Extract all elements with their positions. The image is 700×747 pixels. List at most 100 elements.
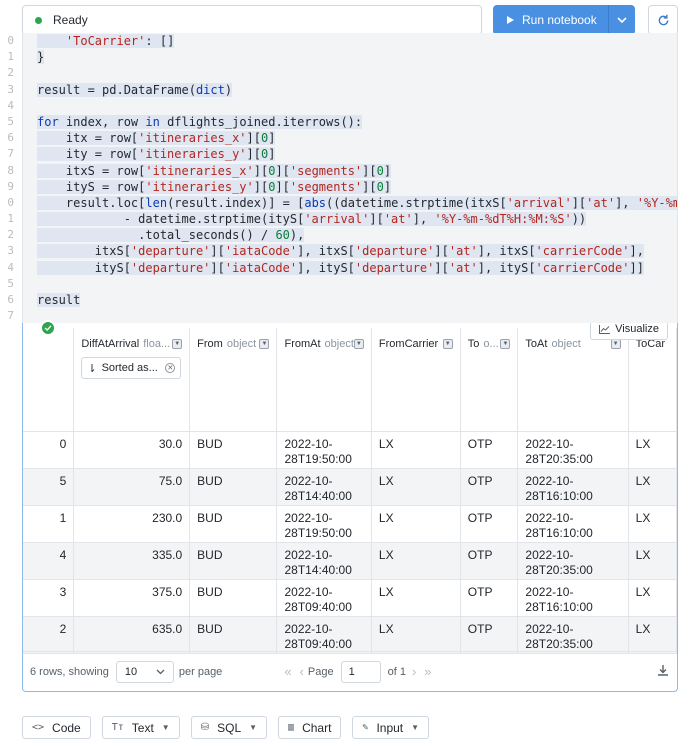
line-number: 5 xyxy=(7,114,14,128)
column-name: To xyxy=(467,338,480,350)
table-row: 4 335.0 BUD 2022-10-28T14:40:00 LX OTP 2022-10… xyxy=(23,542,677,580)
pencil-icon: ✎ xyxy=(362,722,369,733)
line-number: 2 xyxy=(7,228,14,242)
add-chart-button[interactable]: ▥ Chart xyxy=(278,716,342,739)
table-cell: 2022-10-28T09:40:00 xyxy=(276,616,372,654)
table-cell: LX xyxy=(628,468,677,506)
chevron-down-icon: ▼ xyxy=(249,723,258,732)
cell-success-check-icon xyxy=(40,320,56,336)
per-page-value: 10 xyxy=(124,665,138,678)
add-sql-label: SQL xyxy=(217,720,242,735)
run-notebook-main[interactable]: Run notebook xyxy=(493,5,608,35)
table-cell: BUD xyxy=(189,616,278,654)
notebook-topbar: Ready Run notebook xyxy=(22,5,678,35)
last-page-icon[interactable]: » xyxy=(424,664,431,679)
line-number: 9 xyxy=(7,179,14,193)
column-header[interactable]: From object ▼ xyxy=(189,328,278,432)
code-line: for index, row in dflights_joined.iterro… xyxy=(37,114,363,129)
code-line: ity = row['itineraries_y'][0] xyxy=(23,146,677,162)
table-cell: 2022-10-28T14:40:00 xyxy=(276,468,372,506)
column-menu-chevron-icon[interactable]: ▼ xyxy=(259,339,270,349)
add-text-button[interactable]: Tт Text ▼ xyxy=(101,716,180,739)
column-menu-chevron-icon[interactable]: ▼ xyxy=(353,339,364,349)
table-cell: 30.0 xyxy=(73,431,191,469)
refresh-icon xyxy=(658,14,668,25)
next-page-icon[interactable]: › xyxy=(412,664,416,679)
code-line: .total_seconds() / 60), xyxy=(23,227,677,243)
first-page-icon[interactable]: « xyxy=(284,664,291,679)
column-header[interactable]: DiffAtArrival floa... ▼ ⇂ Sorted as... ✕ xyxy=(73,328,191,432)
column-header[interactable]: ToAt object ▼ xyxy=(517,328,629,432)
row-index: 2 xyxy=(23,616,75,654)
page-number-value: 1 xyxy=(348,665,355,678)
table-cell: 2022-10-28T19:50:00 xyxy=(276,505,372,543)
column-type: floa... xyxy=(143,338,171,350)
sort-chip-label: Sorted as... xyxy=(101,362,158,374)
row-index: 3 xyxy=(23,579,75,617)
status-label: Ready xyxy=(53,13,88,27)
code-line: ityS = row['itineraries_y'][0]['segments… xyxy=(23,179,677,195)
table-cell: LX xyxy=(628,579,677,617)
chart-icon: ▥ xyxy=(288,722,295,733)
previous-page-icon[interactable]: ‹ xyxy=(300,664,304,679)
chevron-down-icon: ▼ xyxy=(411,723,420,732)
table-cell: LX xyxy=(628,431,677,469)
add-chart-label: Chart xyxy=(302,720,332,735)
column-menu-chevron-icon[interactable]: ▼ xyxy=(610,339,621,349)
column-header[interactable]: ToCar xyxy=(628,328,677,432)
status-dot-icon xyxy=(35,16,42,24)
text-icon: Tт xyxy=(111,722,124,733)
table-cell: 335.0 xyxy=(73,542,191,580)
table-cell: 2022-10-28T20:35:00 xyxy=(517,542,629,580)
run-options-chevron-down-icon[interactable] xyxy=(609,17,635,23)
column-menu-chevron-icon[interactable]: ▼ xyxy=(442,339,453,349)
column-header[interactable]: To o... ▼ xyxy=(460,328,519,432)
run-notebook-button[interactable]: Run notebook xyxy=(493,5,635,35)
add-cell-toolbar: <> Code Tт Text ▼ ⛁ SQL ▼ ▥ Chart ✎ Inpu… xyxy=(22,716,430,739)
table-cell: LX xyxy=(371,505,461,543)
add-input-button[interactable]: ✎ Input ▼ xyxy=(352,716,430,739)
table-cell: 2022-10-28T14:40:00 xyxy=(276,542,372,580)
line-number: 3 xyxy=(7,244,14,258)
table-cell: BUD xyxy=(189,505,278,543)
table-cell: OTP xyxy=(460,616,519,654)
table-cell: OTP xyxy=(460,505,519,543)
column-menu-chevron-icon[interactable]: ▼ xyxy=(500,339,511,349)
add-code-label: Code xyxy=(52,720,81,735)
code-line: result = pd.DataFrame(dict) xyxy=(37,82,233,97)
index-column-header xyxy=(23,328,75,432)
table-cell: OTP xyxy=(460,468,519,506)
column-type: o... xyxy=(483,338,499,350)
per-page-select[interactable]: 10 xyxy=(115,660,174,683)
column-menu-chevron-icon[interactable]: ▼ xyxy=(172,339,183,349)
download-icon[interactable] xyxy=(657,664,669,679)
table-cell: LX xyxy=(628,542,677,580)
code-line: itx = row['itineraries_x'][0] xyxy=(23,130,677,146)
code-editor[interactable]: 'ToCarrier': []} result = pd.DataFrame(d… xyxy=(22,33,678,323)
add-sql-button[interactable]: ⛁ SQL ▼ xyxy=(190,716,268,739)
table-row: 2 635.0 BUD 2022-10-28T09:40:00 LX OTP 2022-10… xyxy=(23,616,677,654)
restart-button[interactable] xyxy=(648,5,678,35)
add-code-button[interactable]: <> Code xyxy=(22,716,91,739)
column-header[interactable]: FromCarrier ▼ xyxy=(371,328,461,432)
clear-sort-icon[interactable]: ✕ xyxy=(165,363,176,373)
table-cell: LX xyxy=(371,468,461,506)
sort-chip[interactable]: ⇂ Sorted as... ✕ xyxy=(81,357,182,379)
play-icon xyxy=(507,16,514,24)
page-number-input[interactable]: 1 xyxy=(340,660,381,683)
table-cell: 2022-10-28T19:50:00 xyxy=(276,431,372,469)
visualize-button[interactable]: Visualize xyxy=(590,323,668,340)
table-cell: BUD xyxy=(189,542,278,580)
column-header[interactable]: FromAt object ▼ xyxy=(276,328,372,432)
line-number: 6 xyxy=(7,131,14,145)
row-index: 1 xyxy=(23,505,75,543)
table-cell: LX xyxy=(371,616,461,654)
column-name: DiffAtArrival xyxy=(81,338,140,350)
table-row: 0 30.0 BUD 2022-10-28T19:50:00 LX OTP 2022-10-… xyxy=(23,431,677,469)
table-cell: 375.0 xyxy=(73,579,191,617)
table-cell: LX xyxy=(371,579,461,617)
code-line: 'ToCarrier': [] xyxy=(23,33,677,49)
table-cell: LX xyxy=(628,616,677,654)
